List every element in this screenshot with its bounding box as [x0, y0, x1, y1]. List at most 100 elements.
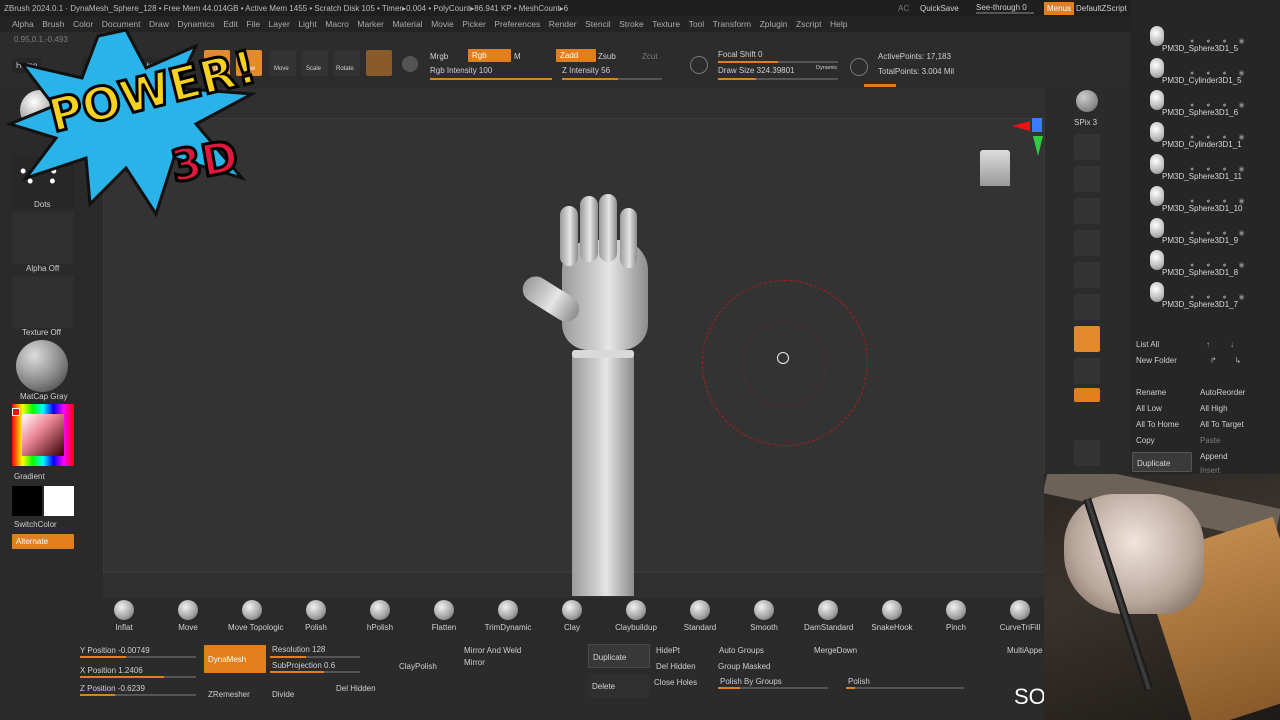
- multiappend-button[interactable]: MultiAppe: [1007, 646, 1043, 655]
- subtool-row[interactable]: ● ● ● ◉ PM3D_Sphere3D1_7: [1130, 280, 1280, 312]
- brush-flatten[interactable]: Flatten: [420, 600, 468, 632]
- subtool-row[interactable]: ● ● ● ◉ PM3D_Sphere3D1_8: [1130, 248, 1280, 280]
- rgb-intensity-slider[interactable]: Rgb Intensity 100: [430, 66, 492, 75]
- switch-color-button[interactable]: SwitchColor: [14, 520, 57, 529]
- menu-item-macro[interactable]: Macro: [325, 19, 349, 29]
- see-through-track[interactable]: [976, 12, 1034, 14]
- see-through-slider[interactable]: See-through 0: [976, 3, 1027, 12]
- auto-groups-button[interactable]: Auto Groups: [719, 646, 764, 655]
- lazy-mouse-icon[interactable]: [690, 56, 708, 74]
- primary-color-swatch[interactable]: [44, 486, 74, 516]
- menu-item-marker[interactable]: Marker: [357, 19, 383, 29]
- texture-thumbnail[interactable]: [12, 276, 74, 328]
- axis-gizmo-icon[interactable]: [1032, 118, 1042, 132]
- subprojection-track[interactable]: [270, 671, 360, 673]
- menu-item-material[interactable]: Material: [392, 19, 422, 29]
- rename-button[interactable]: Rename: [1136, 388, 1166, 397]
- subtool-row[interactable]: ● ● ● ◉ PM3D_Sphere3D1_11: [1130, 152, 1280, 184]
- alpha-thumbnail[interactable]: [12, 212, 74, 264]
- brush-polish[interactable]: Polish: [292, 600, 340, 632]
- spix-slider[interactable]: SPix 3: [1074, 118, 1097, 127]
- delete-button[interactable]: Delete: [588, 674, 650, 698]
- rotate-mode-button[interactable]: Rotate: [334, 50, 360, 76]
- quicksave-button[interactable]: QuickSave: [920, 4, 959, 13]
- draw-size-slider[interactable]: Draw Size 324.39801: [718, 66, 795, 75]
- matcap-icon[interactable]: [16, 340, 68, 392]
- x-position-slider[interactable]: X Position 1.2406: [80, 666, 143, 675]
- draw-size-track[interactable]: [718, 78, 838, 80]
- subtool-row[interactable]: ● ● ● ◉ PM3D_Cylinder3D1_1: [1130, 120, 1280, 152]
- xyz-symmetry-icon[interactable]: [1074, 388, 1100, 402]
- default-zscript-button[interactable]: DefaultZScript: [1076, 4, 1127, 13]
- append-button[interactable]: Append: [1200, 452, 1228, 461]
- zoom-icon[interactable]: [1074, 166, 1100, 192]
- brush-smooth[interactable]: Smooth: [740, 600, 788, 632]
- all-low-button[interactable]: All Low: [1136, 404, 1162, 413]
- brush-curvetrifill[interactable]: CurveTriFill: [996, 600, 1044, 632]
- menu-item-zscript[interactable]: Zscript: [796, 19, 822, 29]
- subtool-row[interactable]: ● ● ● ◉ PM3D_Sphere3D1_5: [1130, 24, 1280, 56]
- polish-slider[interactable]: Polish: [848, 677, 870, 686]
- menu-item-zplugin[interactable]: Zplugin: [760, 19, 788, 29]
- camera-icon[interactable]: [850, 58, 868, 76]
- material-swatch-icon[interactable]: [366, 50, 392, 76]
- polish-by-groups-slider[interactable]: Polish By Groups: [720, 677, 782, 686]
- menu-item-tool[interactable]: Tool: [689, 19, 705, 29]
- focal-shift-track[interactable]: [718, 61, 838, 63]
- brush-trimdynamic[interactable]: TrimDynamic: [484, 600, 532, 632]
- menu-item-render[interactable]: Render: [549, 19, 577, 29]
- z-position-track[interactable]: [80, 694, 196, 696]
- brush-pinch[interactable]: Pinch: [932, 600, 980, 632]
- divide-button[interactable]: Divide: [272, 690, 294, 699]
- auto-reorder-button[interactable]: AutoReorder: [1200, 388, 1245, 397]
- polish-track[interactable]: [846, 687, 964, 689]
- y-position-slider[interactable]: Y Position -0.00749: [80, 646, 150, 655]
- menu-item-picker[interactable]: Picker: [462, 19, 486, 29]
- resolution-slider[interactable]: Resolution 128: [272, 645, 325, 654]
- zsub-button[interactable]: Zsub: [598, 52, 616, 61]
- scroll-icon[interactable]: [1074, 134, 1100, 160]
- brush-damstandard[interactable]: DamStandard: [804, 600, 853, 632]
- duplicate-button[interactable]: Duplicate: [588, 644, 650, 668]
- aahalf-icon[interactable]: [1074, 230, 1100, 256]
- all-to-target-button[interactable]: All To Target: [1200, 420, 1244, 429]
- rgb-intensity-track[interactable]: [430, 78, 552, 80]
- all-to-home-button[interactable]: All To Home: [1136, 420, 1179, 429]
- all-high-button[interactable]: All High: [1200, 404, 1228, 413]
- duplicate-subtool-button[interactable]: Duplicate: [1132, 452, 1192, 472]
- brush-preview-icon[interactable]: [402, 56, 418, 72]
- new-folder-button[interactable]: New Folder: [1136, 356, 1177, 365]
- transform-dynamic-icon[interactable]: [1074, 326, 1100, 352]
- floor-icon[interactable]: [1074, 294, 1100, 320]
- move-up-arrow-icon[interactable]: ↑ ↓: [1206, 340, 1234, 349]
- subtool-row[interactable]: ● ● ● ◉ PM3D_Sphere3D1_10: [1130, 184, 1280, 216]
- gradient-label[interactable]: Gradient: [14, 472, 45, 481]
- main-color-swatch[interactable]: [12, 408, 20, 416]
- menu-item-help[interactable]: Help: [830, 19, 847, 29]
- rgb-button[interactable]: Rgb: [468, 49, 511, 62]
- subtool-row[interactable]: ● ● ● ◉ PM3D_Sphere3D1_9: [1130, 216, 1280, 248]
- x-position-track[interactable]: [80, 676, 196, 678]
- menu-item-stroke[interactable]: Stroke: [619, 19, 644, 29]
- m-button[interactable]: M: [514, 52, 521, 61]
- group-masked-button[interactable]: Group Masked: [718, 662, 770, 671]
- menu-item-movie[interactable]: Movie: [431, 19, 454, 29]
- scale-mode-button[interactable]: Scale: [302, 50, 328, 76]
- brush-move[interactable]: Move: [164, 600, 212, 632]
- view-cube-icon[interactable]: [980, 150, 1010, 186]
- brush-inflat[interactable]: Inflat: [100, 600, 148, 632]
- frame-icon[interactable]: [1074, 440, 1100, 466]
- close-holes-button[interactable]: Close Holes: [654, 678, 697, 687]
- z-intensity-track[interactable]: [562, 78, 662, 80]
- brush-snakehook[interactable]: SnakeHook: [868, 600, 916, 632]
- mrgb-button[interactable]: Mrgb: [430, 52, 448, 61]
- del-hidden-button[interactable]: Del Hidden: [336, 684, 376, 693]
- mergedown-button[interactable]: MergeDown: [814, 646, 857, 655]
- local-icon[interactable]: [1074, 358, 1100, 384]
- alternate-button[interactable]: Alternate: [12, 534, 74, 549]
- paste-button[interactable]: Paste: [1200, 436, 1220, 445]
- actual-icon[interactable]: [1074, 198, 1100, 224]
- arrow-icons[interactable]: ↱ ↳: [1210, 356, 1241, 365]
- copy-button[interactable]: Copy: [1136, 436, 1155, 445]
- zremesher-button[interactable]: ZRemesher: [208, 690, 250, 699]
